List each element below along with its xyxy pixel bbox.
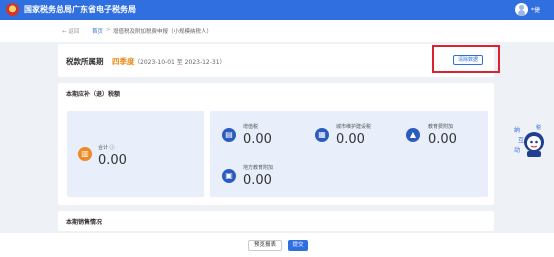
svg-text:纳: 纳 bbox=[514, 126, 520, 134]
period-quarter: 四季度 bbox=[112, 57, 135, 66]
svg-text:动: 动 bbox=[514, 147, 520, 154]
breadcrumb: ← 返回 首页 > 增值税及附加税费申报（小规模纳税人） bbox=[0, 20, 554, 42]
svg-text:互: 互 bbox=[518, 137, 524, 144]
urban-tax-label: 城市维护建设税 bbox=[336, 124, 372, 130]
tax-section-title: 本期应补（退）税额 bbox=[66, 91, 121, 98]
preview-report-button[interactable]: 预览报表 bbox=[248, 240, 282, 251]
education-fee-label: 教育费附加 bbox=[428, 124, 454, 130]
urban-tax-value: 0.00 bbox=[336, 132, 365, 147]
total-label: 合计 ⓘ bbox=[98, 145, 115, 151]
total-value: 0.00 bbox=[98, 153, 127, 168]
local-education-label: 地方教育附加 bbox=[243, 165, 274, 171]
vat-value: 0.00 bbox=[243, 132, 272, 147]
period-range: （2023-10-01 至 2023-12-31） bbox=[134, 59, 226, 66]
graduation-cap-icon: ▲ bbox=[406, 128, 420, 142]
top-header: 国家税务总局广东省电子税务局 *捷 bbox=[0, 0, 554, 20]
tax-card: 本期应补（退）税额 ▥ 合计 ⓘ 0.00 ▤ 增值税 0.00 ▦ 城市维护建… bbox=[58, 83, 494, 205]
building-icon: ▦ bbox=[315, 128, 329, 142]
back-link[interactable]: ← 返回 bbox=[62, 27, 79, 35]
emblem-icon bbox=[6, 3, 19, 16]
period-card: 税款所属期 四季度 （2023-10-01 至 2023-12-31） bbox=[58, 44, 494, 77]
clear-data-button[interactable]: 清除数据 bbox=[453, 55, 483, 65]
site-title: 国家税务总局广东省电子税务局 bbox=[24, 5, 136, 14]
total-box: ▥ 合计 ⓘ 0.00 bbox=[67, 111, 204, 197]
vat-label: 增值税 bbox=[243, 124, 259, 130]
svg-text:税: 税 bbox=[536, 124, 541, 131]
bottom-action-bar: 预览报表 提交 bbox=[0, 233, 554, 257]
sales-card: 本期销售情况 bbox=[58, 211, 494, 231]
breadcrumb-home[interactable]: 首页 bbox=[92, 27, 103, 35]
ledger-icon: ▤ bbox=[222, 128, 236, 142]
breadcrumb-separator: > bbox=[106, 27, 111, 33]
breadcrumb-current: 增值税及附加税费申报（小规模纳税人） bbox=[113, 29, 213, 35]
assistant-mascot-icon[interactable]: 纳 互 动 税 bbox=[512, 120, 548, 160]
submit-button[interactable]: 提交 bbox=[288, 240, 308, 251]
user-name[interactable]: *捷 bbox=[531, 5, 540, 14]
chart-icon: ▥ bbox=[78, 147, 92, 161]
education-fee-value: 0.00 bbox=[428, 132, 457, 147]
book-icon: ▣ bbox=[222, 169, 236, 183]
period-label: 税款所属期 bbox=[66, 57, 104, 66]
sales-section-title: 本期销售情况 bbox=[66, 219, 103, 226]
local-education-value: 0.00 bbox=[243, 173, 272, 188]
tax-items-box: ▤ 增值税 0.00 ▦ 城市维护建设税 0.00 ▲ 教育费附加 0.00 ▣… bbox=[210, 111, 488, 197]
avatar-icon[interactable] bbox=[515, 3, 528, 16]
